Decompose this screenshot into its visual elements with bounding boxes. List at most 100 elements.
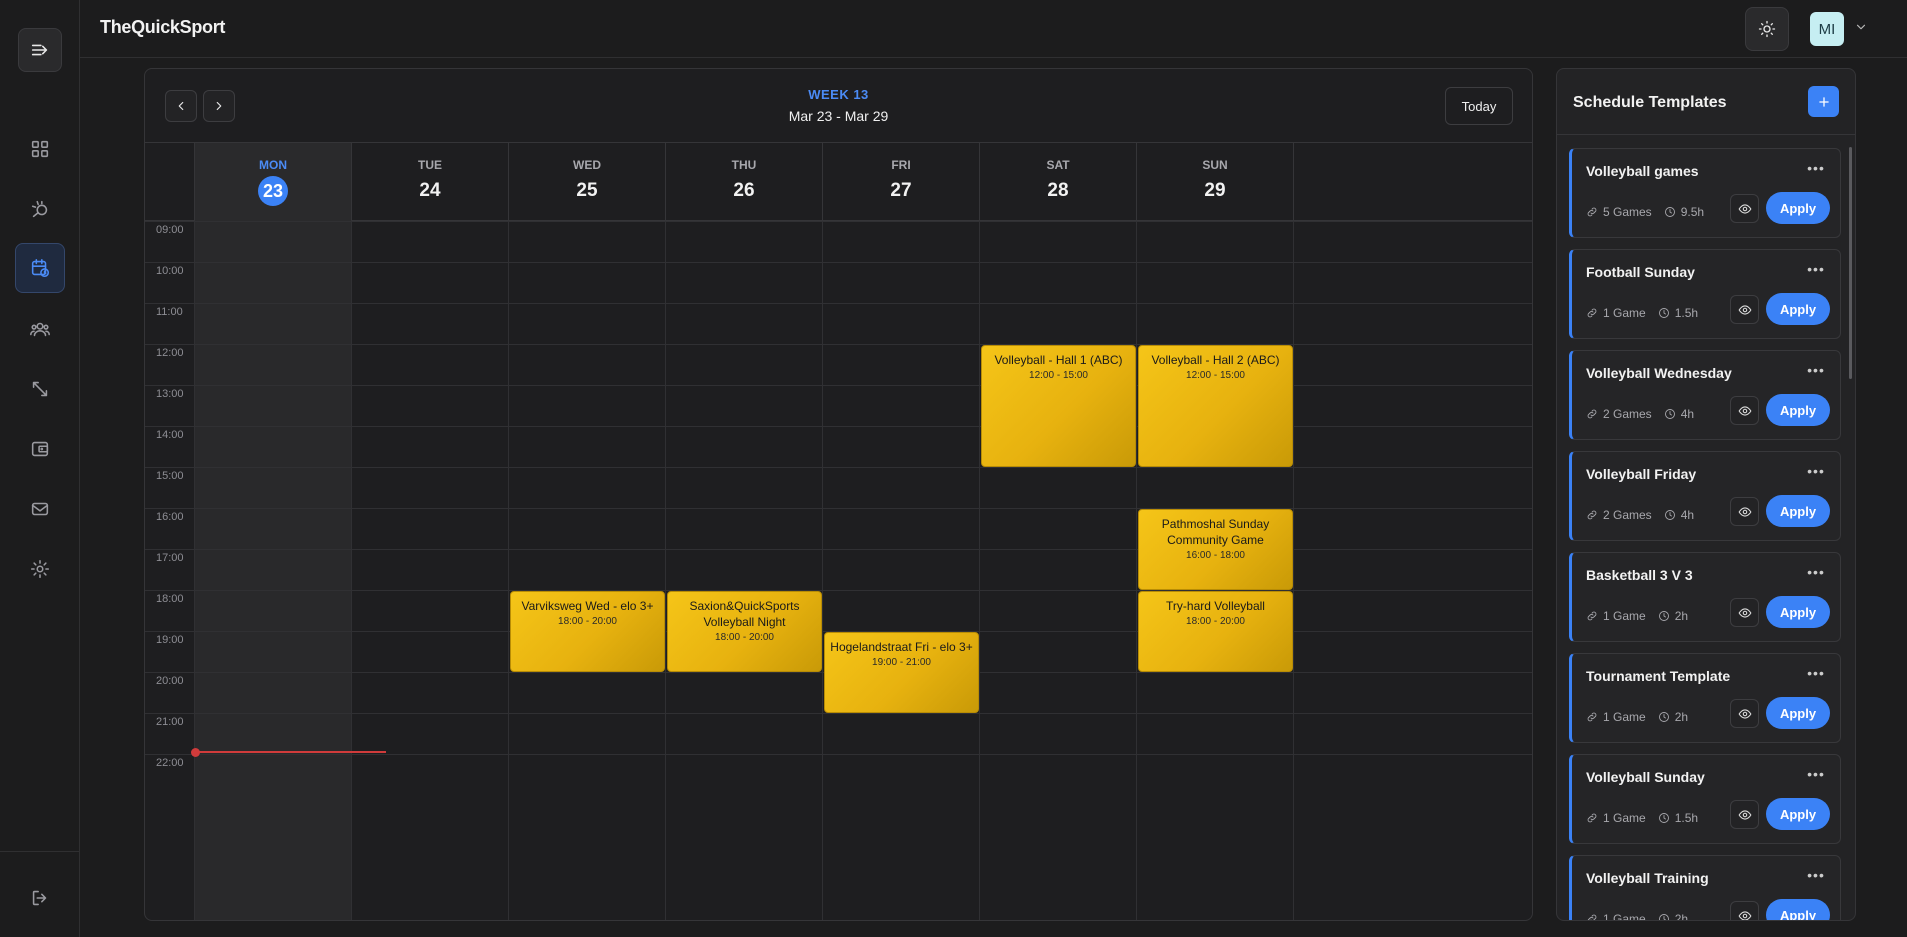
mail-icon — [31, 502, 49, 516]
template-card[interactable]: Football Sunday ••• 1 Game 1.5h Apply — [1569, 249, 1841, 339]
template-card[interactable]: Volleyball games ••• 5 Games 9.5h Apply — [1569, 148, 1841, 238]
template-name: Volleyball Wednesday — [1586, 365, 1732, 381]
preview-template-button[interactable] — [1730, 598, 1759, 627]
template-card[interactable]: Volleyball Friday ••• 2 Games 4h Apply — [1569, 451, 1841, 541]
sidebar-item-schedule[interactable] — [15, 243, 65, 293]
hour-label: 14:00 — [156, 429, 184, 441]
apply-template-button[interactable]: Apply — [1766, 495, 1830, 527]
preview-template-button[interactable] — [1730, 800, 1759, 829]
template-name: Volleyball Sunday — [1586, 769, 1705, 785]
template-name: Tournament Template — [1586, 668, 1731, 684]
more-icon: ••• — [1807, 160, 1825, 176]
users-icon — [30, 322, 50, 337]
hour-label: 11:00 — [156, 306, 183, 318]
sidebar-toggle-button[interactable] — [18, 28, 62, 72]
day-header-fri: FRI 27 — [823, 143, 980, 221]
template-more-button[interactable]: ••• — [1806, 464, 1826, 480]
sidebar-item-wallet[interactable] — [18, 427, 62, 471]
preview-template-button[interactable] — [1730, 699, 1759, 728]
account-menu-chevron[interactable] — [1854, 20, 1868, 34]
week-calendar: WEEK 13 Mar 23 - Mar 29 Today MON 23 TUE 24… — [144, 68, 1533, 921]
day-name: SUN — [1202, 158, 1228, 172]
sidebar-item-dashboard[interactable] — [18, 127, 62, 171]
link-icon — [1587, 712, 1597, 722]
template-card[interactable]: Basketball 3 V 3 ••• 1 Game 2h Apply — [1569, 552, 1841, 642]
dashboard-icon — [31, 140, 49, 158]
preview-template-button[interactable] — [1730, 194, 1759, 223]
template-card[interactable]: Tournament Template ••• 1 Game 2h Apply — [1569, 653, 1841, 743]
calendar-event[interactable]: Pathmoshal Sunday Community Game 16:00 - … — [1138, 509, 1293, 590]
more-icon: ••• — [1807, 261, 1825, 277]
day-header-sat: SAT 28 — [980, 143, 1137, 221]
event-title: Saxion&QuickSports Volleyball Night — [689, 599, 800, 629]
template-more-button[interactable]: ••• — [1806, 665, 1826, 682]
more-icon: ••• — [1807, 665, 1825, 681]
sidebar-item-mail[interactable] — [18, 487, 62, 531]
sidebar-item-games[interactable] — [18, 187, 62, 231]
event-title: Hogelandstraat Fri - elo 3+ — [830, 640, 973, 654]
template-games-count: 1 Game — [1603, 306, 1646, 320]
day-name: SAT — [1046, 158, 1070, 172]
day-name: THU — [731, 158, 757, 172]
template-more-button[interactable]: ••• — [1806, 766, 1826, 783]
top-header: TheQuickSport MI — [80, 0, 1907, 58]
day-number: 27 — [890, 180, 912, 201]
today-button[interactable]: Today — [1445, 87, 1513, 125]
sidebar-item-users[interactable] — [18, 307, 62, 351]
preview-template-button[interactable] — [1730, 901, 1759, 920]
sidebar-toggle-icon — [31, 44, 48, 56]
hour-label: 21:00 — [156, 716, 184, 728]
eye-icon — [1738, 304, 1751, 315]
calendar-event[interactable]: Volleyball - Hall 2 (ABC) 12:00 - 15:00 — [1138, 345, 1293, 467]
calendar-event[interactable]: Varviksweg Wed - elo 3+ 18:00 - 20:00 — [510, 591, 665, 672]
app-logo[interactable]: TheQuickSport — [100, 17, 225, 38]
apply-template-button[interactable]: Apply — [1766, 394, 1830, 426]
preview-template-button[interactable] — [1730, 295, 1759, 324]
preview-template-button[interactable] — [1730, 497, 1759, 526]
template-games-count: 2 Games — [1603, 508, 1652, 522]
hour-label: 09:00 — [156, 224, 184, 236]
calendar-event[interactable]: Volleyball - Hall 1 (ABC) 12:00 - 15:00 — [981, 345, 1136, 467]
template-card[interactable]: Volleyball Training ••• 1 Game 2h Apply — [1569, 855, 1841, 920]
event-time: 16:00 - 18:00 — [1186, 550, 1245, 561]
calendar-event[interactable]: Saxion&QuickSports Volleyball Night 18:00… — [667, 591, 822, 672]
day-header-mon: MON 23 — [195, 143, 352, 221]
sidebar-item-expand[interactable] — [18, 367, 62, 411]
templates-scrollbar[interactable] — [1849, 147, 1852, 379]
template-card[interactable]: Volleyball Wednesday ••• 2 Games 4h Apply — [1569, 350, 1841, 440]
preview-template-button[interactable] — [1730, 396, 1759, 425]
template-card[interactable]: Volleyball Sunday ••• 1 Game 1.5h Apply — [1569, 754, 1841, 844]
apply-template-button[interactable]: Apply — [1766, 697, 1830, 729]
theme-toggle-button[interactable] — [1745, 7, 1789, 51]
template-meta: 5 Games 9.5h — [1586, 205, 1716, 219]
user-avatar[interactable]: MI — [1810, 12, 1844, 46]
calendar-event[interactable]: Hogelandstraat Fri - elo 3+ 19:00 - 21:00 — [824, 632, 979, 713]
day-name: FRI — [891, 158, 911, 172]
logout-button[interactable] — [18, 876, 62, 920]
apply-template-button[interactable]: Apply — [1766, 798, 1830, 830]
logout-icon — [32, 890, 47, 906]
day-header-row: MON 23 TUE 24 WED 25 THU 26 FRI 27 SAT 28 SUN 29 — [145, 143, 1532, 221]
apply-template-button[interactable]: Apply — [1766, 596, 1830, 628]
eye-icon — [1738, 708, 1751, 719]
apply-template-button[interactable]: Apply — [1766, 899, 1830, 920]
apply-template-button[interactable]: Apply — [1766, 293, 1830, 325]
template-more-button[interactable]: ••• — [1806, 261, 1826, 278]
link-icon — [1587, 611, 1597, 621]
sidebar-item-settings[interactable] — [18, 547, 62, 591]
more-icon: ••• — [1807, 867, 1825, 883]
event-title: Varviksweg Wed - elo 3+ — [521, 599, 654, 613]
template-more-button[interactable]: ••• — [1806, 160, 1826, 177]
template-more-button[interactable]: ••• — [1806, 363, 1826, 379]
eye-icon — [1738, 203, 1751, 214]
template-more-button[interactable]: ••• — [1806, 867, 1826, 884]
more-icon: ••• — [1807, 766, 1825, 782]
apply-template-button[interactable]: Apply — [1766, 192, 1830, 224]
template-more-button[interactable]: ••• — [1806, 565, 1826, 581]
link-icon — [1587, 308, 1597, 318]
template-duration: 9.5h — [1680, 205, 1705, 219]
expand-icon — [32, 381, 48, 397]
day-header-wed: WED 25 — [509, 143, 666, 221]
calendar-event[interactable]: Try-hard Volleyball 18:00 - 20:00 — [1138, 591, 1293, 672]
add-template-button[interactable] — [1808, 86, 1839, 117]
